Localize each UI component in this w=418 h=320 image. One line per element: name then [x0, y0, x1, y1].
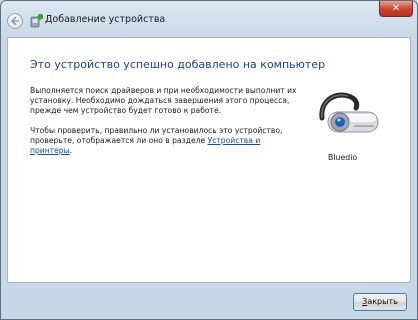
close-dialog-button[interactable]: Закрыть	[353, 293, 407, 311]
headset-icon	[319, 92, 379, 133]
title-bar: Добавление устройства ✕	[1, 1, 417, 37]
close-button-label: акрыть	[367, 297, 398, 306]
back-arrow-icon	[10, 16, 19, 26]
content-panel: Это устройство успешно добавлено на комп…	[7, 37, 411, 283]
close-button[interactable]: ✕	[379, 1, 413, 17]
footer-bar: Закрыть	[1, 283, 417, 319]
add-device-icon	[30, 14, 43, 28]
check-paragraph: Чтобы проверить, правильно ли установило…	[30, 126, 300, 156]
info-paragraph: Выполняется поиск драйверов и при необхо…	[30, 86, 297, 115]
device-name-label: Bluedio	[328, 153, 358, 162]
back-button[interactable]	[7, 13, 23, 29]
dialog-window: Добавление устройства ✕ Это устройство у…	[0, 0, 418, 320]
close-icon: ✕	[391, 3, 401, 14]
success-heading: Это устройство успешно добавлено на комп…	[30, 58, 326, 71]
check-text-end: .	[69, 146, 73, 155]
window-title: Добавление устройства	[45, 14, 166, 25]
